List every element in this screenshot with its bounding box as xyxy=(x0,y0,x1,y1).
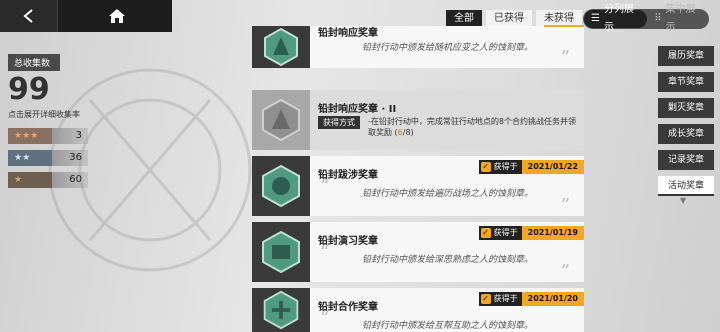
badge-card[interactable]: 铅封响应奖章 · II 获得方式 -在铅封行动中，完成常驻行动地点的8个合约挑战… xyxy=(252,90,584,150)
stats-title: 总收集数 xyxy=(8,54,60,71)
badge-desc: 铅封行动中颁发给互帮互助之人的蚀刻章。 xyxy=(362,321,534,331)
list-icon: ☰ xyxy=(591,13,600,24)
obtained-label: 获得于 xyxy=(493,294,518,303)
obtained-tag: ✓ 获得于 2021/01/22 xyxy=(478,160,584,174)
badge-card[interactable]: 铅封演习奖章 “ 铅封行动中颁发给深思熟虑之人的蚀刻章。 ” ✓ 获得于 2021… xyxy=(252,222,584,282)
medal-icon xyxy=(262,164,300,208)
quote-close-icon: ” xyxy=(560,195,570,216)
quote-open-icon: “ xyxy=(320,176,330,197)
collection-stats[interactable]: 总收集数 99 点击展开详细收集率 ★★★ 3 ★★ 36 ★ 60 xyxy=(8,54,88,188)
quote-close-icon: ” xyxy=(560,261,570,282)
group-view-button[interactable]: ⠿ 集中展示 xyxy=(647,4,709,33)
medal-icon xyxy=(263,290,299,330)
split-view-label: 分列展示 xyxy=(603,4,634,33)
star-row-3: ★★★ 3 xyxy=(8,128,88,144)
badge-body: 铅封合作奖章 “ 铅封行动中颁发给互帮互助之人的蚀刻章。 ✓ 获得于 2021/0… xyxy=(310,288,584,332)
obtained-label: 获得于 xyxy=(493,228,518,237)
star-row-1: ★ 60 xyxy=(8,172,88,188)
obtained-tag: ✓ 获得于 2021/01/20 xyxy=(478,292,584,306)
badge-body: 铅封响应奖章 铅封行动中颁发给随机应变之人的蚀刻章。 ” xyxy=(310,25,584,68)
badge-card[interactable]: 铅封响应奖章 铅封行动中颁发给随机应变之人的蚀刻章。 ” xyxy=(252,25,584,68)
scroll-down-icon: ▼ xyxy=(680,196,687,205)
grid-icon: ⠿ xyxy=(654,13,662,24)
date-tab xyxy=(544,25,584,27)
badge-body: 铅封演习奖章 “ 铅封行动中颁发给深思熟虑之人的蚀刻章。 ” ✓ 获得于 2021… xyxy=(310,222,584,282)
badge-icon xyxy=(252,156,310,216)
badge-icon xyxy=(252,90,310,150)
nav-annihilation-medals[interactable]: 剿灭奖章 xyxy=(658,98,714,118)
split-view-button[interactable]: ☰ 分列展示 xyxy=(584,4,648,33)
quote-close-icon: ” xyxy=(560,47,570,68)
progress-total: /8) xyxy=(402,128,414,137)
nav-event-medals[interactable]: 活动奖章 xyxy=(658,176,714,196)
medal-icon xyxy=(264,27,298,67)
obtained-label-box: ✓ 获得于 xyxy=(478,226,522,240)
badge-desc: 铅封行动中颁发给遍历战场之人的蚀刻章。 xyxy=(362,189,534,199)
check-icon: ✓ xyxy=(480,294,491,304)
badge-body: 铅封响应奖章 · II 获得方式 -在铅封行动中，完成常驻行动地点的8个合约挑战… xyxy=(310,90,584,150)
home-button[interactable] xyxy=(62,0,172,32)
back-button[interactable] xyxy=(0,0,58,32)
badge-icon xyxy=(252,222,310,282)
badge-body: 铅封跋涉奖章 “ 铅封行动中颁发给遍历战场之人的蚀刻章。 ” ✓ 获得于 2021… xyxy=(310,156,584,216)
one-star-icon: ★ xyxy=(8,172,52,188)
nav-growth-medals[interactable]: 成长奖章 xyxy=(658,124,714,144)
method-text: -在铅封行动中，完成常驻行动地点的8个合约挑战任务并领取奖励 (6/8) xyxy=(368,116,578,138)
top-bar xyxy=(0,0,172,32)
badge-card[interactable]: 铅封跋涉奖章 “ 铅封行动中颁发给遍历战场之人的蚀刻章。 ” ✓ 获得于 2021… xyxy=(252,156,584,216)
stats-hint: 点击展开详细收集率 xyxy=(8,110,80,119)
nav-record-medals[interactable]: 记录奖章 xyxy=(658,150,714,170)
check-icon: ✓ xyxy=(480,162,491,172)
three-star-count: 3 xyxy=(75,130,82,141)
nav-resume-medals[interactable]: 履历奖章 xyxy=(658,46,714,66)
three-star-icon: ★★★ xyxy=(8,128,52,144)
obtained-label: 获得于 xyxy=(493,162,518,171)
quote-open-icon: “ xyxy=(320,308,330,329)
badge-name: 铅封响应奖章 · II xyxy=(318,104,397,115)
badge-desc: 铅封行动中颁发给深思熟虑之人的蚀刻章。 xyxy=(362,255,534,265)
quote-open-icon: “ xyxy=(320,242,330,263)
obtained-date: 2021/01/22 xyxy=(521,160,584,174)
nav-chapter-medals[interactable]: 章节奖章 xyxy=(658,72,714,92)
two-star-count: 36 xyxy=(69,152,82,163)
check-icon: ✓ xyxy=(480,228,491,238)
obtained-tag: ✓ 获得于 2021/01/19 xyxy=(478,226,584,240)
badge-icon xyxy=(252,26,310,68)
obtained-date: 2021/01/20 xyxy=(521,292,584,306)
category-nav: 履历奖章 章节奖章 剿灭奖章 成长奖章 记录奖章 活动奖章 xyxy=(658,46,714,202)
obtained-label-box: ✓ 获得于 xyxy=(478,292,522,306)
badge-desc: 铅封行动中颁发给随机应变之人的蚀刻章。 xyxy=(362,43,534,53)
stats-total: 99 xyxy=(8,72,50,107)
obtained-date: 2021/01/19 xyxy=(521,226,584,240)
badge-name: 铅封响应奖章 xyxy=(318,28,378,39)
method-label: 获得方式 xyxy=(318,116,360,129)
group-view-label: 集中展示 xyxy=(665,4,696,33)
star-row-2: ★★ 36 xyxy=(8,150,88,166)
home-icon xyxy=(109,9,125,23)
medal-icon xyxy=(262,230,300,274)
two-star-icon: ★★ xyxy=(8,150,52,166)
medal-icon xyxy=(262,98,300,142)
badge-card[interactable]: 铅封合作奖章 “ 铅封行动中颁发给互帮互助之人的蚀刻章。 ✓ 获得于 2021/0… xyxy=(252,288,584,332)
view-toggle: ☰ 分列展示 ⠿ 集中展示 xyxy=(583,4,709,33)
one-star-count: 60 xyxy=(69,174,82,185)
badge-icon xyxy=(252,288,310,332)
obtained-label-box: ✓ 获得于 xyxy=(478,160,522,174)
chevron-left-icon xyxy=(22,9,33,23)
